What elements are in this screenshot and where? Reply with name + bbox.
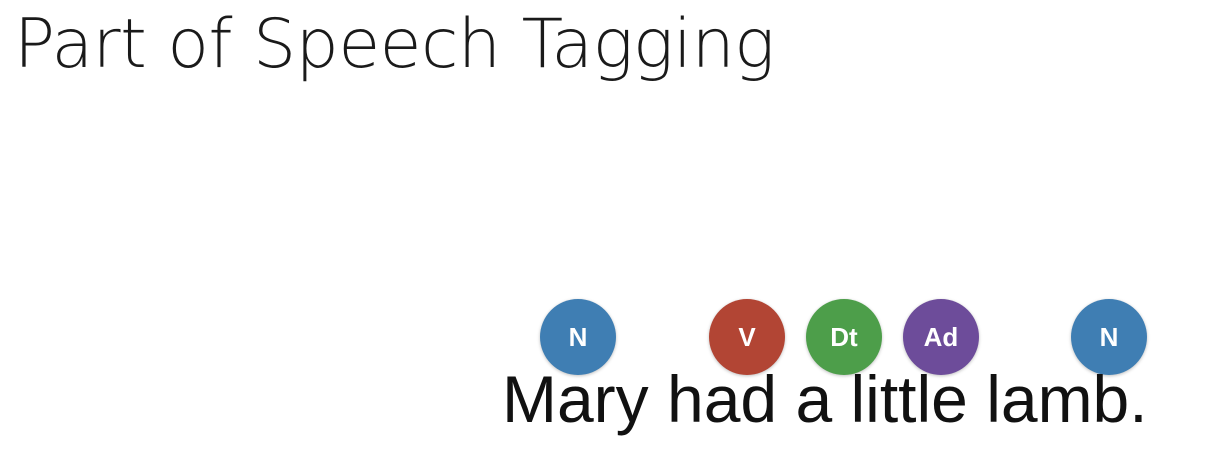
example-sentence: Mary had a little lamb.: [502, 362, 1148, 436]
slide-title: Part of Speech Tagging: [14, 5, 775, 84]
